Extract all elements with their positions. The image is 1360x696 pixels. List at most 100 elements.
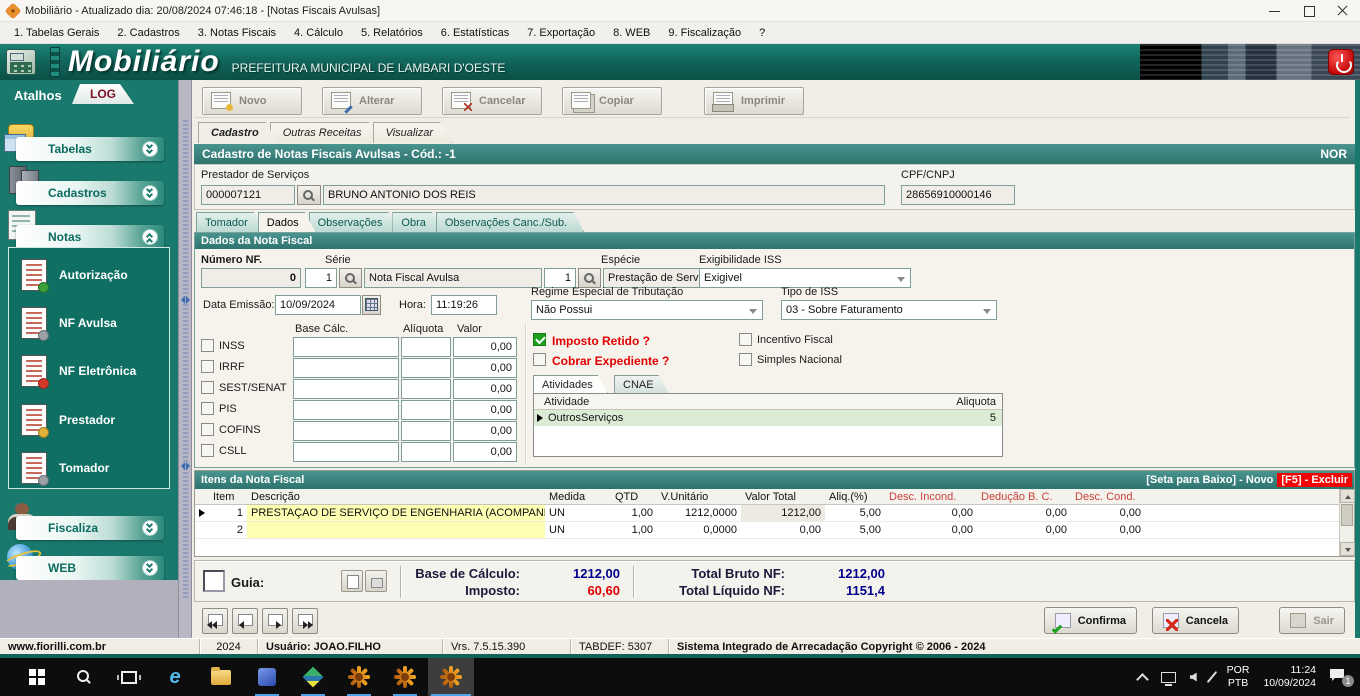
inss-base-field[interactable] <box>293 337 399 357</box>
pen-icon[interactable] <box>1206 671 1217 683</box>
tab-outras-receitas[interactable]: Outras Receitas <box>270 122 381 143</box>
prestador-search-button[interactable] <box>297 185 321 205</box>
pis-checkbox[interactable] <box>201 402 214 415</box>
imposto-retido-checkbox[interactable] <box>533 333 546 346</box>
chevron-down-icon[interactable] <box>142 141 158 157</box>
chevron-down-icon[interactable] <box>142 520 158 536</box>
menu-fiscalizacao[interactable]: 9. Fiscalização <box>660 24 749 42</box>
cobrar-expediente-checkbox[interactable] <box>533 353 546 366</box>
tab-cadastro[interactable]: Cadastro <box>198 122 278 143</box>
menu-estatisticas[interactable]: 6. Estatísticas <box>433 24 517 42</box>
sest-valor-field[interactable]: 0,00 <box>453 379 517 399</box>
splitter-arrows-icon[interactable] <box>180 296 191 304</box>
copiar-button[interactable]: Copiar <box>562 87 662 115</box>
taskbar-ie[interactable]: e <box>152 658 198 696</box>
hora-field[interactable]: 11:19:26 <box>431 295 497 315</box>
first-record-button[interactable] <box>202 608 228 634</box>
sidebar-item-web[interactable]: WEB <box>16 556 164 580</box>
menu-tabelas-gerais[interactable]: 1. Tabelas Gerais <box>6 24 107 42</box>
tab-observacoes-canc[interactable]: Observações Canc./Sub. <box>436 212 584 232</box>
incentivo-checkbox[interactable] <box>739 333 752 346</box>
menu-exportacao[interactable]: 7. Exportação <box>519 24 603 42</box>
irrf-aliquota-field[interactable] <box>401 358 451 378</box>
scroll-up-icon[interactable] <box>1340 489 1355 503</box>
prestador-codigo-field[interactable]: 000007121 <box>201 185 295 205</box>
sidebar-item-cadastros[interactable]: Cadastros <box>16 181 164 205</box>
itens-scrollbar[interactable] <box>1339 489 1354 556</box>
menu-notas-fiscais[interactable]: 3. Notas Fiscais <box>190 24 284 42</box>
irrf-valor-field[interactable]: 0,00 <box>453 358 517 378</box>
guia-checkbox[interactable] <box>203 570 225 592</box>
numero-field[interactable]: 0 <box>201 268 301 288</box>
csll-valor-field[interactable]: 0,00 <box>453 442 517 462</box>
tab-tomador[interactable]: Tomador <box>196 212 265 232</box>
pis-valor-field[interactable]: 0,00 <box>453 400 517 420</box>
pis-base-field[interactable] <box>293 400 399 420</box>
irrf-checkbox[interactable] <box>201 360 214 373</box>
tipo-iss-select[interactable]: 03 - Sobre Faturamento <box>781 300 997 320</box>
sidebar-item-nf-eletronica[interactable]: NF Eletrônica <box>15 350 163 392</box>
cancela-button[interactable]: Cancela <box>1152 607 1239 634</box>
start-button[interactable] <box>14 658 60 696</box>
tab-cnae[interactable]: CNAE <box>614 375 669 393</box>
csll-checkbox[interactable] <box>201 444 214 457</box>
prev-record-button[interactable] <box>232 608 258 634</box>
sidebar-log-tab[interactable]: LOG <box>72 84 134 104</box>
cofins-aliquota-field[interactable] <box>401 421 451 441</box>
sest-checkbox[interactable] <box>201 381 214 394</box>
guia-print-button[interactable] <box>365 570 387 592</box>
irrf-base-field[interactable] <box>293 358 399 378</box>
menu-web[interactable]: 8. WEB <box>605 24 658 42</box>
close-icon[interactable] <box>1326 0 1360 22</box>
inss-aliquota-field[interactable] <box>401 337 451 357</box>
sidebar-item-tabelas[interactable]: Tabelas <box>16 137 164 161</box>
especie-field[interactable]: 1 <box>544 268 576 288</box>
sair-button[interactable]: Sair <box>1279 607 1345 634</box>
serie-search-button[interactable] <box>339 268 362 288</box>
regime-select[interactable]: Não Possui <box>531 300 763 320</box>
sidebar-item-notas[interactable]: Notas <box>16 225 164 249</box>
cofins-valor-field[interactable]: 0,00 <box>453 421 517 441</box>
menu-help[interactable]: ? <box>751 24 773 42</box>
taskbar-explorer[interactable] <box>198 658 244 696</box>
scrollbar-thumb[interactable] <box>1341 504 1353 526</box>
notification-icon[interactable]: 1 <box>1330 669 1350 685</box>
sidebar-item-prestador[interactable]: Prestador <box>15 399 163 441</box>
menu-cadastros[interactable]: 2. Cadastros <box>109 24 187 42</box>
inss-valor-field[interactable]: 0,00 <box>453 337 517 357</box>
inss-checkbox[interactable] <box>201 339 214 352</box>
atividade-row[interactable]: OutrosServiços 5 <box>534 410 1002 426</box>
chevron-down-icon[interactable] <box>142 185 158 201</box>
data-emissao-field[interactable]: 10/09/2024 <box>275 295 361 315</box>
simples-checkbox[interactable] <box>739 353 752 366</box>
exigibilidade-select[interactable]: Exigivel <box>699 268 911 288</box>
tab-dados[interactable]: Dados <box>258 212 316 232</box>
tray-expand-icon[interactable] <box>1136 673 1149 686</box>
confirma-button[interactable]: Confirma <box>1044 607 1137 634</box>
network-icon[interactable] <box>1161 672 1176 683</box>
taskbar-fiorilli-2[interactable] <box>382 658 428 696</box>
speaker-icon[interactable] <box>1190 673 1197 682</box>
table-row[interactable]: 2 UN 1,00 0,0000 0,00 5,00 0,00 0,00 0,0… <box>195 522 1339 539</box>
sidebar-item-nf-avulsa[interactable]: NF Avulsa <box>15 302 163 344</box>
prestador-nome-field[interactable]: BRUNO ANTONIO DOS REIS <box>323 185 885 205</box>
pis-aliquota-field[interactable] <box>401 400 451 420</box>
sidebar-item-fiscaliza[interactable]: Fiscaliza <box>16 516 164 540</box>
scroll-down-icon[interactable] <box>1340 542 1355 556</box>
chevron-up-icon[interactable] <box>142 229 158 245</box>
cofins-checkbox[interactable] <box>201 423 214 436</box>
cpf-field[interactable]: 28656910000146 <box>901 185 1015 205</box>
csll-aliquota-field[interactable] <box>401 442 451 462</box>
calendar-button[interactable] <box>362 295 381 315</box>
splitter-arrows-icon[interactable] <box>180 462 191 470</box>
tab-visualizar[interactable]: Visualizar <box>373 122 453 143</box>
novo-button[interactable]: Novo <box>202 87 302 115</box>
alterar-button[interactable]: Alterar <box>322 87 422 115</box>
menu-relatorios[interactable]: 5. Relatórios <box>353 24 431 42</box>
sest-aliquota-field[interactable] <box>401 379 451 399</box>
cofins-base-field[interactable] <box>293 421 399 441</box>
clock[interactable]: 11:24 10/09/2024 <box>1263 664 1316 690</box>
taskbar-app-map[interactable] <box>290 658 336 696</box>
next-record-button[interactable] <box>262 608 288 634</box>
chevron-down-icon[interactable] <box>142 560 158 576</box>
